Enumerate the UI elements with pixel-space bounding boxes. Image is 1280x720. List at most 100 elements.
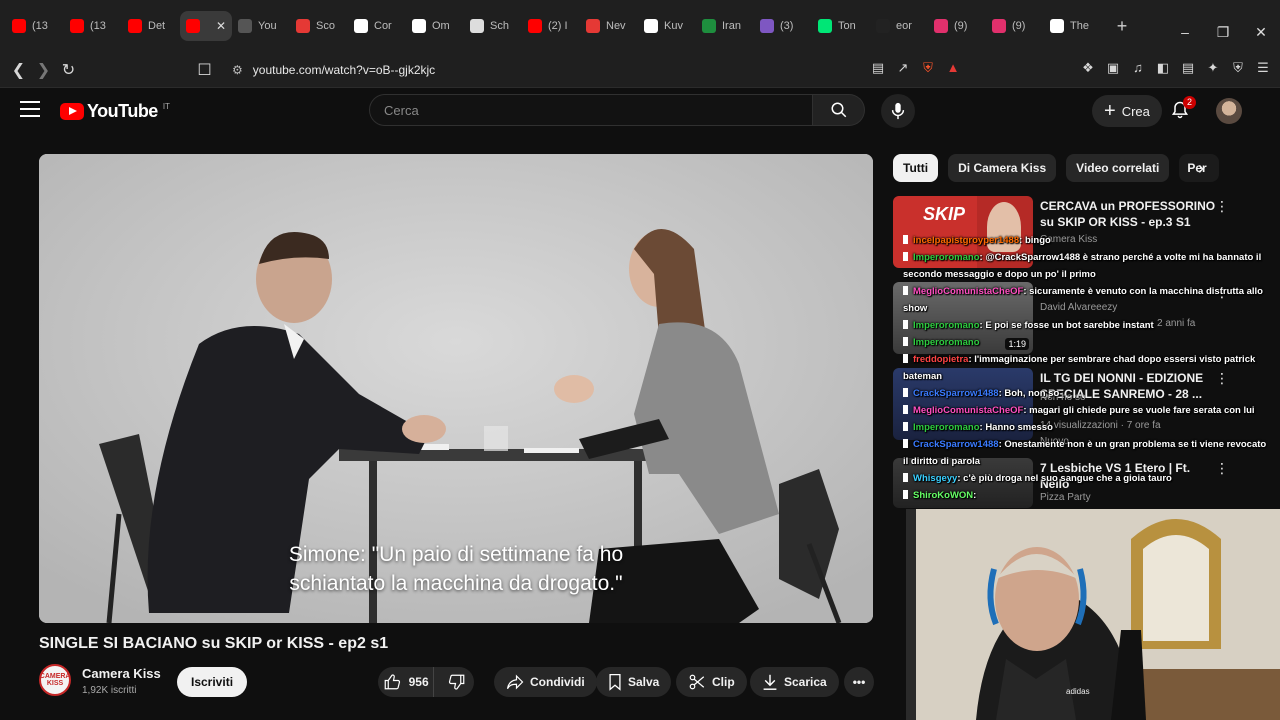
search-input[interactable]: Cerca	[369, 94, 813, 126]
browser-tab[interactable]: (13	[64, 11, 122, 41]
chip-from-channel[interactable]: Di Camera Kiss	[948, 154, 1057, 182]
chevron-right-icon[interactable]: ›	[1198, 158, 1204, 179]
chat-badge-icon	[903, 490, 908, 499]
download-button[interactable]: Scarica	[750, 667, 839, 697]
search-box: Cerca	[369, 94, 865, 126]
browser-tab[interactable]: (9)	[928, 11, 986, 41]
screenshot-icon[interactable]: ▣	[1106, 60, 1120, 76]
guide-menu-icon[interactable]	[20, 101, 40, 117]
sidebar-icon[interactable]: ◧	[1156, 60, 1170, 76]
chat-text: : Hanno smesso	[979, 422, 1053, 433]
like-button[interactable]: 956	[378, 667, 435, 697]
share-icon	[506, 674, 524, 690]
browser-tab[interactable]: (9)	[986, 11, 1044, 41]
tab-favicon-icon	[818, 19, 832, 33]
plus-icon: +	[1104, 100, 1116, 122]
wallet-icon[interactable]: ▤	[1181, 60, 1195, 76]
extensions-icon[interactable]: ❖	[1081, 60, 1095, 76]
browser-tab[interactable]: Sco	[290, 11, 348, 41]
browser-tab[interactable]: Sch	[464, 11, 522, 41]
subscribe-button[interactable]: Iscriviti	[177, 667, 248, 697]
tab-favicon-icon	[1050, 19, 1064, 33]
search-button[interactable]	[813, 94, 865, 126]
voice-search-button[interactable]	[881, 94, 915, 128]
subtitle-line-2: schiantato la macchina da drogato."	[289, 572, 623, 595]
vpn-icon[interactable]: ⛨	[1231, 60, 1245, 76]
browser-tab[interactable]: You	[232, 11, 290, 41]
chat-username: Whisgeyy	[913, 473, 958, 484]
tab-label: eor	[896, 20, 912, 32]
tab-label: You	[258, 20, 277, 32]
more-actions-button[interactable]: •••	[844, 667, 874, 697]
create-button[interactable]: + Crea	[1092, 95, 1162, 127]
webcam-frame: adidas	[906, 509, 1280, 720]
browser-tab[interactable]: Det	[122, 11, 180, 41]
notification-count: 2	[1183, 96, 1197, 109]
browser-tab[interactable]: Nev	[580, 11, 638, 41]
chip-all[interactable]: Tutti	[893, 154, 939, 182]
browser-tab[interactable]: (13	[6, 11, 64, 41]
clip-button[interactable]: Clip	[676, 667, 747, 697]
tab-favicon-icon	[934, 19, 948, 33]
browser-tab[interactable]: Kuv	[638, 11, 696, 41]
reload-icon[interactable]: ↻	[56, 60, 81, 80]
share-button[interactable]: Condividi	[494, 667, 597, 697]
browser-tab[interactable]: The	[1044, 11, 1102, 41]
forward-icon[interactable]: ❯	[31, 60, 56, 80]
browser-tab[interactable]: (2) I	[522, 11, 580, 41]
share-label: Condividi	[530, 675, 585, 689]
minimize-icon[interactable]: –	[1166, 24, 1204, 41]
tab-favicon-icon	[70, 19, 84, 33]
account-avatar[interactable]	[1216, 98, 1242, 124]
kebab-menu-icon[interactable]: ⋮	[1215, 198, 1229, 215]
share-page-icon[interactable]: ↗	[896, 60, 910, 76]
close-window-icon[interactable]: ✕	[1242, 24, 1280, 41]
browser-tab[interactable]: (3)	[754, 11, 812, 41]
tab-favicon-icon	[470, 19, 484, 33]
chip-related[interactable]: Video correlati	[1066, 154, 1170, 182]
chat-username: Imperoromano	[913, 320, 980, 331]
tab-label: The	[1070, 20, 1089, 32]
thumbnail-text: SKIP	[923, 204, 966, 224]
tab-label: Iran	[722, 20, 741, 32]
chat-badge-icon	[903, 252, 908, 261]
more-horizontal-icon: •••	[852, 675, 866, 689]
browser-tab[interactable]: eor	[870, 11, 928, 41]
chat-badge-icon	[903, 439, 908, 448]
video-player[interactable]: Simone: "Un paio di settimane fa ho schi…	[39, 154, 873, 623]
notifications-button[interactable]: 2	[1170, 96, 1197, 122]
install-app-icon[interactable]: ▤	[871, 60, 885, 76]
media-icon[interactable]: ♫	[1131, 60, 1145, 76]
address-bar-row: ❮ ❯ ↻ ☐ ⚙ youtube.com/watch?v=oB--gjk2kj…	[0, 52, 1280, 88]
channel-avatar[interactable]: CAMERA KISS	[39, 664, 71, 696]
chat-username: ShiroKoWON	[913, 490, 974, 501]
browser-tab[interactable]: Ton	[812, 11, 870, 41]
chat-message: incelpapistgroyper1488: bingo	[903, 232, 1273, 249]
site-info-icon[interactable]: ⚙	[232, 63, 243, 77]
leo-icon[interactable]: ✦	[1206, 60, 1220, 76]
channel-name[interactable]: Camera Kiss	[82, 666, 161, 681]
video-subtitle: Simone: "Un paio di settimane fa ho schi…	[39, 540, 873, 598]
maximize-icon[interactable]: ❐	[1204, 24, 1242, 41]
save-button[interactable]: Salva	[596, 667, 672, 697]
browser-tab[interactable]: Cor	[348, 11, 406, 41]
webcam-overlay: adidas	[906, 509, 1280, 720]
brave-rewards-icon[interactable]: ▲	[946, 60, 960, 76]
tab-close-icon[interactable]: ✕	[216, 19, 226, 33]
youtube-logo[interactable]: YouTube IT	[60, 101, 170, 122]
browser-tab[interactable]: ✕	[180, 11, 232, 41]
chat-message: CrackSparrow1488: Boh, non so	[903, 385, 1273, 402]
dislike-button[interactable]	[440, 667, 474, 697]
chat-badge-icon	[903, 354, 908, 363]
back-icon[interactable]: ❮	[6, 60, 31, 80]
bookmark-icon[interactable]: ☐	[192, 60, 217, 80]
brave-shield-icon[interactable]: ⛨	[921, 60, 935, 76]
browser-tab[interactable]: Om	[406, 11, 464, 41]
tab-label: Om	[432, 20, 450, 32]
search-placeholder: Cerca	[384, 102, 419, 118]
new-tab-icon[interactable]: +	[1110, 16, 1134, 37]
tab-favicon-icon	[992, 19, 1006, 33]
browser-tab[interactable]: Iran	[696, 11, 754, 41]
menu-icon[interactable]: ☰	[1256, 60, 1270, 76]
tab-label: (13	[90, 20, 106, 32]
